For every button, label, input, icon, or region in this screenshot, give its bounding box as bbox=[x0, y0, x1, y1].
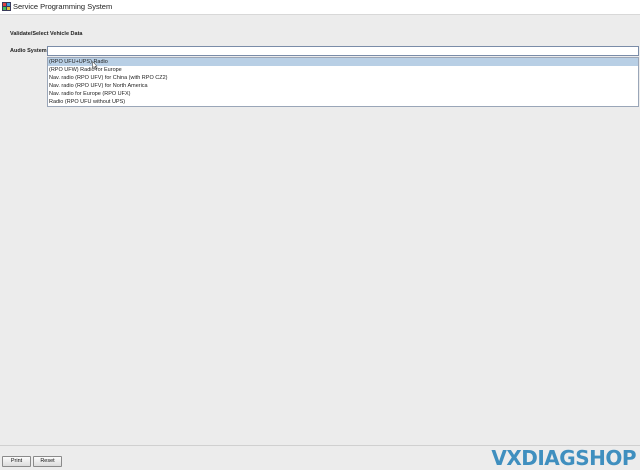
audio-system-dropdown-list[interactable]: (RPO UFU+UPS) Radio (RPO UFW) Radio for … bbox=[47, 57, 639, 107]
dropdown-option[interactable]: Nav. radio for Europe (RPO UFX) bbox=[48, 90, 638, 98]
print-button[interactable]: Print bbox=[2, 456, 31, 467]
window-title: Service Programming System bbox=[13, 2, 113, 11]
dropdown-option[interactable]: Radio (RPO UFU without UPS) bbox=[48, 98, 638, 106]
audio-system-combobox[interactable] bbox=[47, 46, 639, 56]
dropdown-option[interactable]: Nav. radio (RPO UFV) for North America bbox=[48, 82, 638, 90]
dropdown-option[interactable]: (RPO UFW) Radio for Europe bbox=[48, 66, 638, 74]
app-icon bbox=[2, 2, 11, 11]
watermark-logo: VXDIAGSHOP bbox=[491, 446, 636, 470]
title-bar: Service Programming System bbox=[0, 0, 640, 15]
dropdown-option[interactable]: (RPO UFU+UPS) Radio bbox=[48, 58, 638, 67]
dropdown-option[interactable]: Nav. radio (RPO UFV) for China (with RPO… bbox=[48, 74, 638, 82]
audio-system-label: Audio System bbox=[10, 48, 47, 54]
section-title: Validate/Select Vehicle Data bbox=[10, 31, 83, 37]
reset-button[interactable]: Reset bbox=[33, 456, 62, 467]
mouse-cursor-icon bbox=[92, 61, 98, 70]
